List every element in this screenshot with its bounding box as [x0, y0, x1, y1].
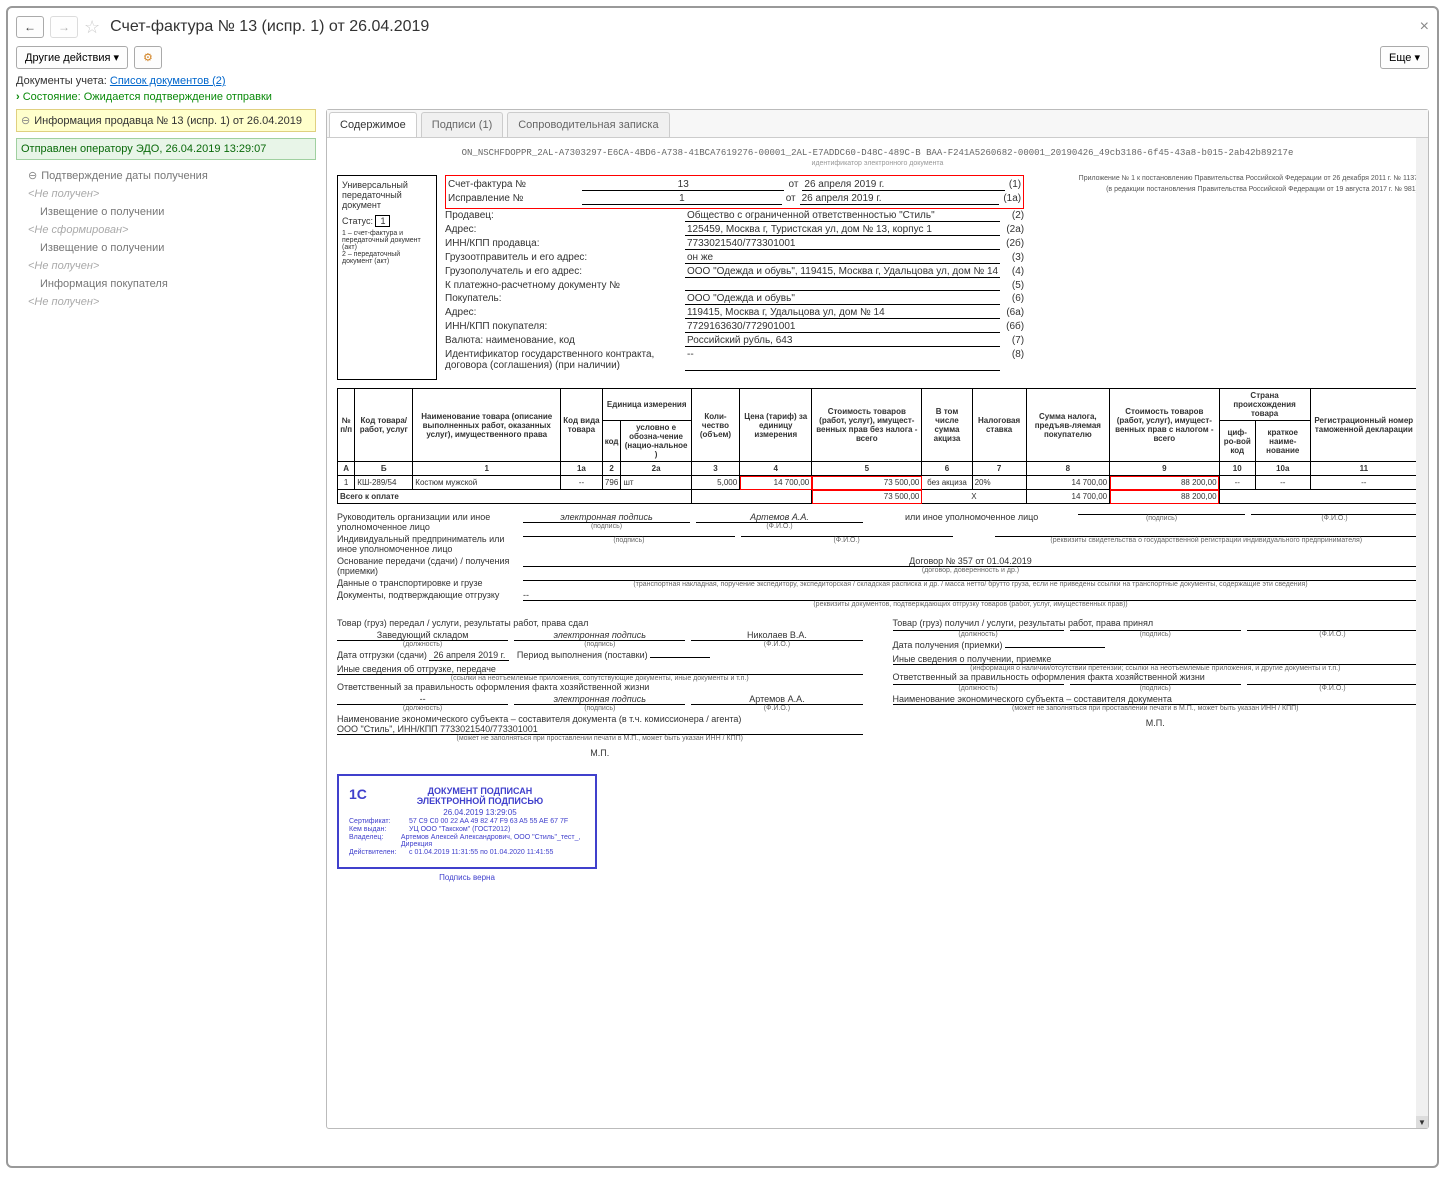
annex-text: Приложение № 1 к постановлению Правитель… — [1079, 175, 1418, 182]
tree-node[interactable]: Информация покупателя — [28, 275, 316, 293]
tab-signatures[interactable]: Подписи (1) — [421, 112, 503, 137]
info-row: Валюта: наименование, кодРоссийский рубл… — [445, 334, 1024, 348]
logo-1c: 1C — [349, 786, 367, 802]
more-button[interactable]: Еще ▾ — [1380, 46, 1429, 69]
tree-node[interactable]: <Не сформирован> — [28, 221, 316, 239]
doc-filename-sub: идентификатор электронного документа — [337, 160, 1418, 167]
invoice-header-box: Счет-фактура №13от26 апреля 2019 г.(1) И… — [445, 175, 1024, 209]
info-row: Грузоотправитель и его адрес:он же(3) — [445, 251, 1024, 265]
scroll-down-icon[interactable]: ▼ — [1416, 1116, 1428, 1128]
docs-label: Документы учета: — [16, 75, 107, 87]
info-row: Грузополучатель и его адрес:ООО "Одежда … — [445, 265, 1024, 279]
favorite-icon[interactable]: ☆ — [84, 17, 100, 38]
info-row: Продавец:Общество с ограниченной ответст… — [445, 209, 1024, 223]
tree-node[interactable]: Извещение о получении — [28, 203, 316, 221]
info-row: К платежно-расчетному документу №(5) — [445, 279, 1024, 292]
info-row: ИНН/КПП покупателя:7729163630/772901001(… — [445, 320, 1024, 334]
table-row: 1КШ-289/54 Костюм мужской-- 796шт 5,0001… — [338, 476, 1418, 490]
close-button[interactable]: × — [1420, 18, 1429, 36]
sidebar-info[interactable]: ⊖Информация продавца № 13 (испр. 1) от 2… — [16, 109, 316, 132]
tree-button[interactable]: ⚙ — [134, 46, 162, 69]
items-table: № п/пКод товара/ работ, услуг Наименован… — [337, 388, 1418, 504]
doc-type-box: Универсальный передаточный документ Стат… — [337, 175, 437, 380]
info-row: Идентификатор государственного контракта… — [445, 348, 1024, 372]
tree-node[interactable]: <Не получен> — [28, 257, 316, 275]
tree-node[interactable]: <Не получен> — [28, 185, 316, 203]
info-row: Покупатель:ООО "Одежда и обувь"(6) — [445, 292, 1024, 306]
tree-node[interactable]: ⊖Подтверждение даты получения — [28, 166, 316, 185]
scrollbar[interactable]: ▼ — [1416, 138, 1428, 1128]
sidebar-sent[interactable]: Отправлен оператору ЭДО, 26.04.2019 13:2… — [16, 138, 316, 160]
docs-link[interactable]: Список документов (2) — [110, 75, 226, 87]
forward-button[interactable]: → — [50, 16, 78, 38]
info-row: Адрес:125459, Москва г, Туристская ул, д… — [445, 223, 1024, 237]
info-row: Адрес:119415, Москва г, Удальцова ул, до… — [445, 306, 1024, 320]
page-title: Счет-фактура № 13 (испр. 1) от 26.04.201… — [110, 18, 429, 36]
tree-node[interactable]: <Не получен> — [28, 293, 316, 311]
tree-node[interactable]: Извещение о получении — [28, 239, 316, 257]
other-actions-button[interactable]: Другие действия ▾ — [16, 46, 128, 69]
status-line[interactable]: › Состояние: Ожидается подтверждение отп… — [16, 91, 1429, 103]
tab-note[interactable]: Сопроводительная записка — [507, 112, 669, 137]
doc-filename: ON_NSCHFDOPPR_2AL-A7303297-E6CA-4BD6-A73… — [337, 148, 1418, 158]
back-button[interactable]: ← — [16, 16, 44, 38]
tab-content[interactable]: Содержимое — [329, 112, 417, 137]
totals-row: Всего к оплате 73 500,00 Х14 700,00 88 2… — [338, 490, 1418, 504]
signature-stamp: 1C ДОКУМЕНТ ПОДПИСАН ЭЛЕКТРОННОЙ ПОДПИСЬ… — [337, 774, 597, 869]
info-row: ИНН/КПП продавца:7733021540/773301001(2б… — [445, 237, 1024, 251]
